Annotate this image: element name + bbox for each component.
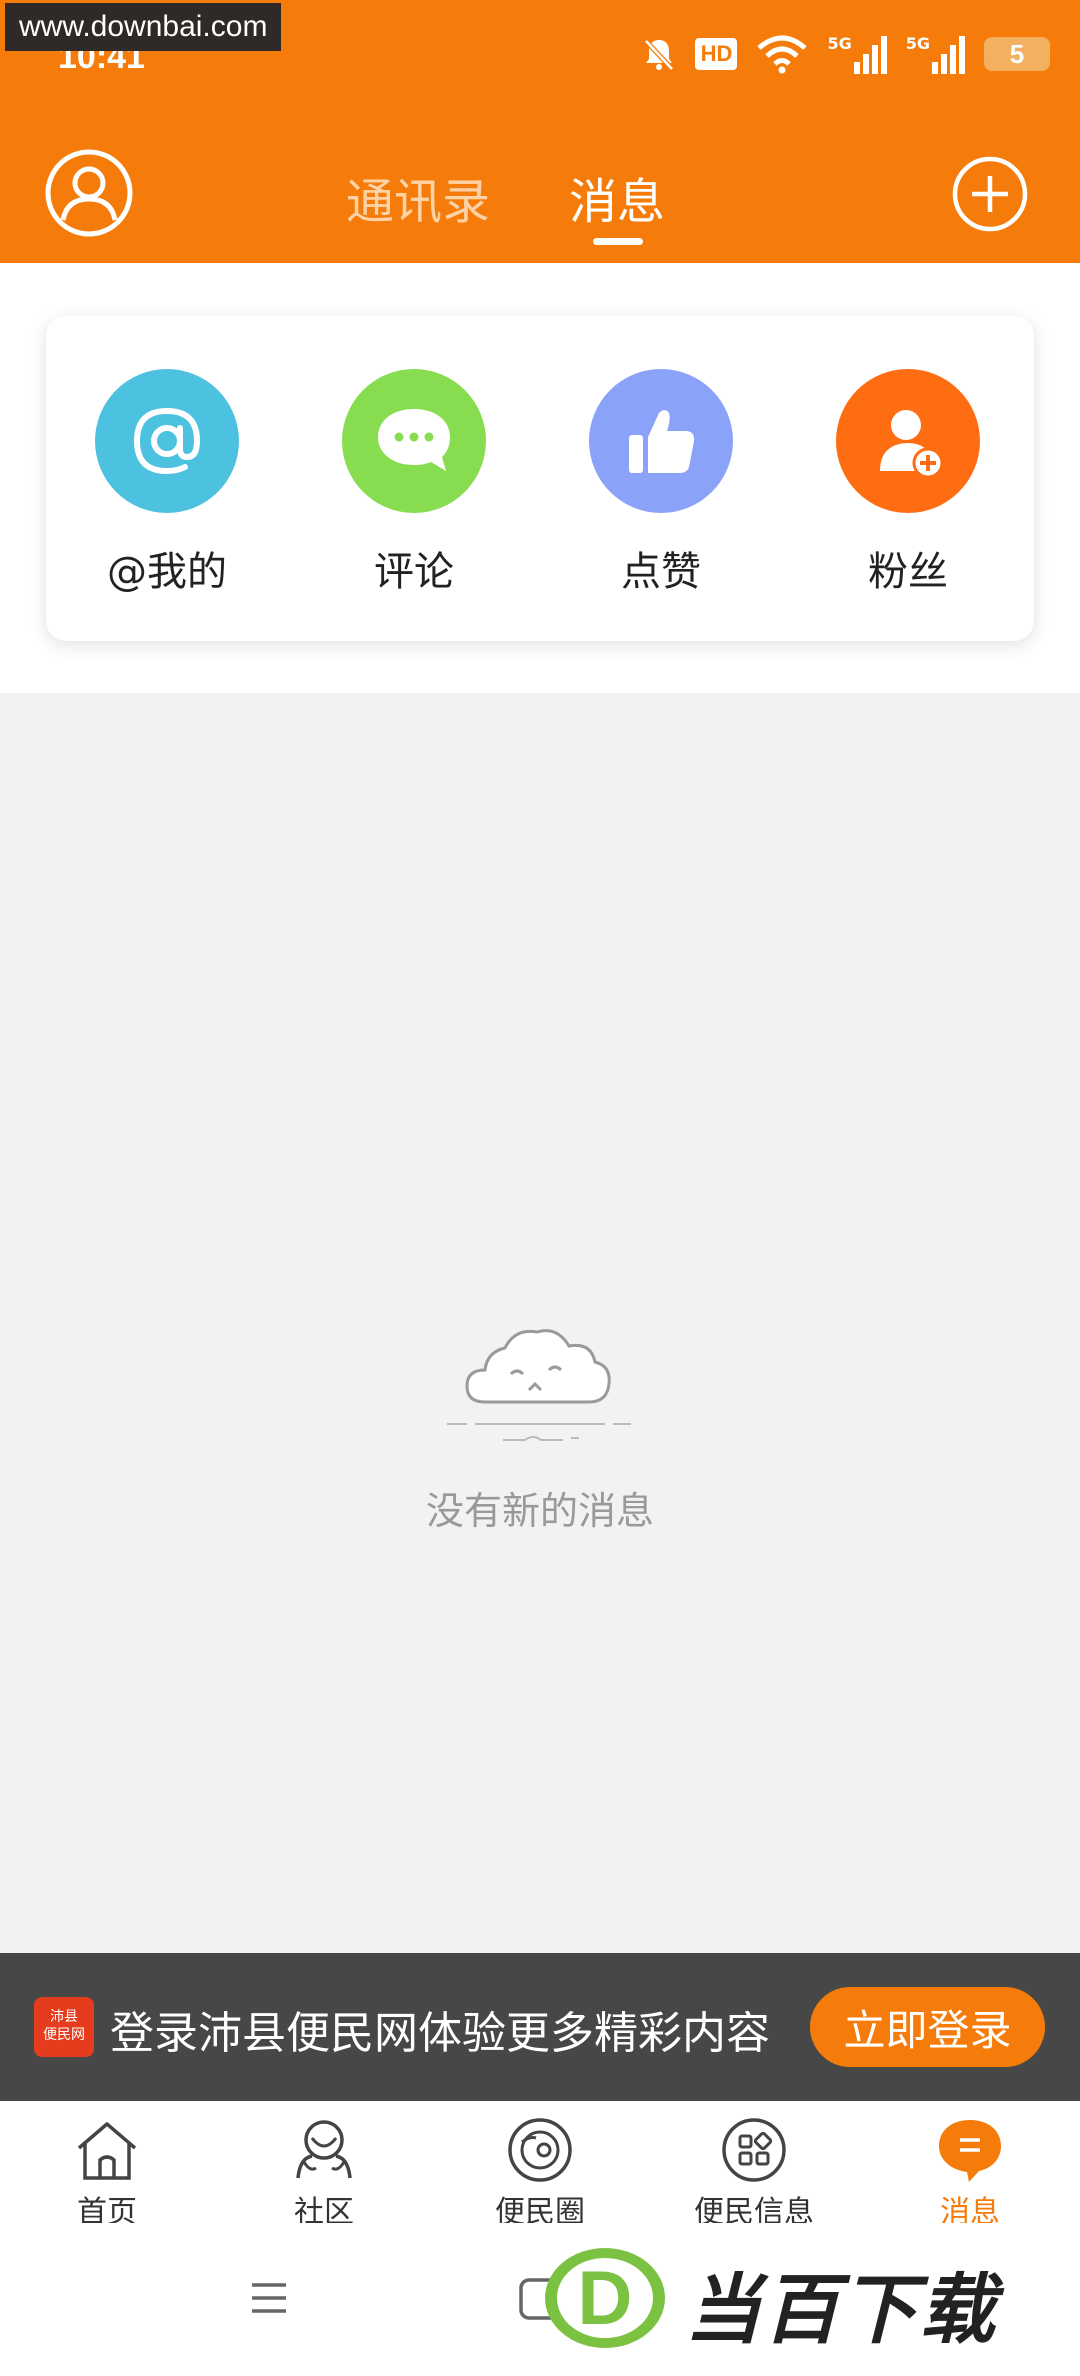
tab-contacts[interactable]: 通讯录 [346, 162, 490, 232]
shortcut-card: @我的 评论 点赞 粉丝 [46, 316, 1034, 641]
signal-icon: 5G [827, 34, 887, 74]
circle-icon [505, 2115, 575, 2185]
watermark-logo: D 当百下载 [535, 2238, 1065, 2358]
login-banner: 沛县 便民网 登录沛县便民网体验更多精彩内容 立即登录 [0, 1953, 1080, 2101]
plus-circle-icon [952, 156, 1028, 232]
add-follower-icon [836, 369, 980, 513]
watermark-d-icon: D [545, 2248, 665, 2348]
login-banner-text: 登录沛县便民网体验更多精彩内容 [110, 2008, 770, 2059]
shortcut-mentions[interactable]: @我的 [67, 316, 267, 641]
info-grid-icon [719, 2115, 789, 2185]
hd-voice-icon: HD [695, 38, 738, 70]
empty-cloud-icon [447, 1329, 631, 1441]
shortcut-label: 粉丝 [868, 549, 948, 595]
shortcut-section: @我的 评论 点赞 粉丝 [0, 263, 1080, 693]
mute-bell-icon [641, 36, 677, 72]
nav-item-home[interactable]: 首页 [17, 2115, 197, 2231]
user-icon [45, 149, 133, 237]
comment-icon [342, 369, 486, 513]
shortcut-followers[interactable]: 粉丝 [808, 316, 1008, 641]
nav-item-circle[interactable]: 便民圈 [450, 2115, 630, 2231]
nav-item-info[interactable]: 便民信息 [664, 2115, 844, 2231]
status-icons: HD 5G 5G 5 [641, 34, 1050, 74]
login-button[interactable]: 立即登录 [810, 1987, 1045, 2067]
menu-icon[interactable] [250, 2281, 288, 2315]
svg-text:D: D [578, 2256, 633, 2341]
community-icon [289, 2115, 359, 2185]
shortcut-likes[interactable]: 点赞 [561, 316, 761, 641]
signal-icon: 5G [906, 34, 966, 74]
shortcut-label: @我的 [107, 549, 227, 595]
wifi-icon [755, 34, 809, 74]
battery-icon: 5 [984, 37, 1050, 71]
bottom-nav: 首页 社区 便民圈 便民信息 消息 [0, 2101, 1080, 2231]
tab-messages[interactable]: 消息 [569, 162, 665, 232]
shortcut-comments[interactable]: 评论 [314, 316, 514, 641]
app-logo: 沛县 便民网 [34, 1997, 94, 2057]
user-avatar-button[interactable] [44, 148, 134, 238]
message-icon [935, 2115, 1005, 2185]
empty-state-text: 没有新的消息 [425, 1489, 654, 1533]
watermark-text: www.downbai.com [5, 3, 282, 51]
shortcut-label: 评论 [374, 549, 454, 595]
active-tab-indicator [593, 238, 643, 245]
at-icon [95, 369, 239, 513]
thumbs-up-icon [589, 369, 733, 513]
nav-item-community[interactable]: 社区 [234, 2115, 414, 2231]
home-icon [72, 2115, 142, 2185]
shortcut-label: 点赞 [621, 549, 701, 595]
add-button[interactable] [952, 156, 1028, 232]
watermark-brand-text: 当百下载 [685, 2265, 997, 2354]
nav-item-messages[interactable]: 消息 [880, 2115, 1060, 2231]
